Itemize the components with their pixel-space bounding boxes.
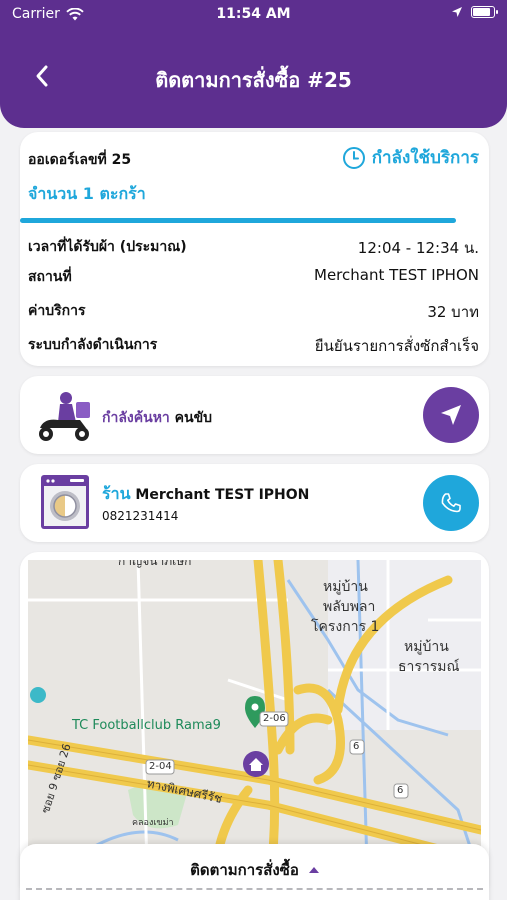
pickup-time-row: เวลาที่ได้รับผ้า (ประมาณ) 12:04 - 12:34 … bbox=[28, 236, 479, 260]
row-label: สถานที่ bbox=[28, 269, 72, 285]
row-value: Merchant TEST IPHON bbox=[314, 266, 479, 284]
progress-fill bbox=[20, 218, 456, 223]
tracking-sheet: ติดตามการสั่งซื้อ bbox=[20, 844, 489, 900]
location-arrow-icon bbox=[452, 7, 462, 17]
row-label: เวลาที่ได้รับผ้า (ประมาณ) bbox=[28, 239, 187, 255]
clock-icon bbox=[342, 146, 365, 169]
row-label: ระบบกำลังดำเนินการ bbox=[28, 337, 158, 353]
map-route-206: 2-06 bbox=[263, 713, 286, 724]
navigate-button[interactable] bbox=[423, 387, 479, 443]
tracking-sheet-toggle[interactable]: ติดตามการสั่งซื้อ bbox=[20, 858, 489, 882]
row-value: ยืนยันรายการสั่งซักสำเร็จ bbox=[314, 337, 479, 355]
clock: 11:54 AM bbox=[216, 6, 291, 22]
driver-label: คนขับ bbox=[174, 410, 213, 426]
row-value: 32 บาท bbox=[427, 303, 479, 321]
fee-row: ค่าบริการ 32 บาท bbox=[28, 300, 479, 324]
store-prefix: ร้าน bbox=[102, 484, 131, 503]
washing-machine-icon bbox=[41, 475, 89, 529]
map-canal-label: คลองเขม่า bbox=[132, 818, 174, 828]
caret-up-icon bbox=[308, 867, 319, 873]
map-label-village1c: โครงการ 1 bbox=[311, 619, 380, 635]
system-status-row: ระบบกำลังดำเนินการ ยืนยันรายการสั่งซักสำ… bbox=[28, 334, 479, 358]
dashed-divider bbox=[26, 888, 483, 890]
progress-bar bbox=[20, 218, 456, 223]
basket-count: จำนวน 1 ตะกร้า bbox=[28, 184, 146, 203]
map-label-village1: หมู่บ้าน bbox=[323, 579, 368, 595]
order-status: กำลังใช้บริการ bbox=[342, 144, 479, 171]
delivery-rider-icon bbox=[39, 392, 90, 441]
map-label-village1b: พลับพลา bbox=[323, 599, 376, 615]
navigation-arrow-icon bbox=[441, 405, 461, 425]
driver-card: กำลังค้นหา คนขับ bbox=[20, 376, 489, 454]
order-number: ออเดอร์เลขที่ 25 bbox=[28, 152, 132, 168]
store-card: ร้าน Merchant TEST IPHON 0821231414 bbox=[20, 464, 489, 542]
row-label: ค่าบริการ bbox=[28, 303, 86, 319]
status-bar: Carrier 11:54 AM bbox=[0, 0, 507, 28]
order-status-label: กำลังใช้บริการ bbox=[371, 148, 479, 168]
store-phone: 0821231414 bbox=[102, 509, 179, 523]
map-route-6a: 6 bbox=[353, 741, 360, 752]
map-label-village2b: ธารารมณ์ bbox=[398, 659, 460, 675]
sheet-title: ติดตามการสั่งซื้อ bbox=[190, 861, 299, 879]
searching-label: กำลังค้นหา bbox=[102, 410, 170, 426]
order-card: ออเดอร์เลขที่ 25 กำลังใช้บริการ จำนวน 1 … bbox=[20, 132, 489, 366]
page-title: ติดตามการสั่งซื้อ #25 bbox=[155, 68, 352, 92]
map-route-6b: 6 bbox=[397, 785, 404, 796]
map-road-top: กาญจนาภิเษก bbox=[118, 560, 192, 568]
phone-icon bbox=[441, 493, 461, 513]
battery-icon bbox=[471, 6, 498, 18]
header-bar: Carrier 11:54 AM ติดตามการสั่งซื้อ #25 bbox=[0, 0, 507, 128]
map-poi-label[interactable]: TC Footballclub Rama9 bbox=[72, 718, 221, 733]
driver-search-status: กำลังค้นหา คนขับ bbox=[102, 407, 212, 429]
store-name: Merchant TEST IPHON bbox=[135, 487, 310, 503]
call-store-button[interactable] bbox=[423, 475, 479, 531]
row-value: 12:04 - 12:34 น. bbox=[357, 239, 479, 257]
map-route-204: 2-04 bbox=[149, 761, 172, 772]
location-row: สถานที่ Merchant TEST IPHON bbox=[28, 266, 479, 288]
store-name-line: ร้าน Merchant TEST IPHON bbox=[102, 482, 309, 507]
battery-fill bbox=[473, 8, 491, 16]
map-label-village2: หมู่บ้าน bbox=[404, 639, 449, 655]
